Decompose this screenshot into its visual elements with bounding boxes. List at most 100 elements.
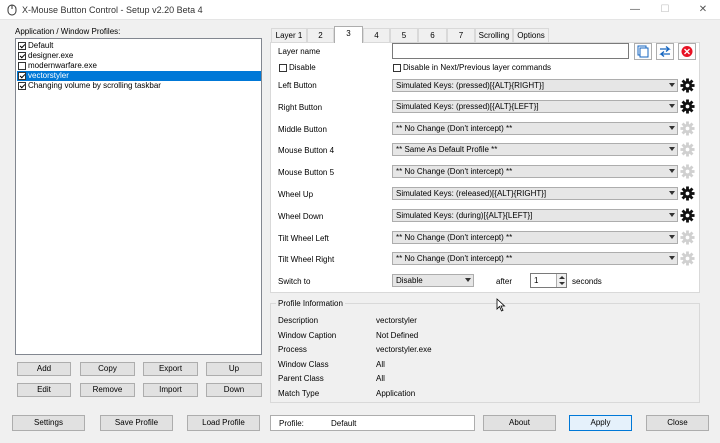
tab-layer-4[interactable]: 4	[363, 28, 390, 42]
maximize-button[interactable]: ☐	[648, 0, 682, 20]
app-mouse-icon	[7, 4, 17, 16]
gear-icon-disabled	[680, 230, 695, 245]
switch-to-select[interactable]: Disable	[392, 274, 474, 287]
wheel-down-label: Wheel Down	[278, 212, 324, 221]
tab-layer-6[interactable]: 6	[418, 28, 447, 42]
load-profile-button[interactable]: Load Profile	[187, 415, 260, 431]
swap-icon[interactable]	[656, 43, 674, 60]
mouse-button-4-value: ** Same As Default Profile **	[396, 145, 498, 154]
gear-icon-disabled	[680, 164, 695, 179]
current-profile-field: Profile: Default	[270, 415, 475, 431]
tab-layer-2[interactable]: 2	[307, 28, 334, 42]
mouse-button-5-select[interactable]: ** No Change (Don't intercept) **	[392, 165, 678, 178]
stepper-arrows-icon[interactable]	[556, 274, 566, 287]
gear-icon[interactable]	[680, 208, 695, 223]
copy-profile-button[interactable]: Copy	[80, 362, 135, 376]
chevron-down-icon	[669, 126, 675, 130]
move-down-button[interactable]: Down	[206, 383, 262, 397]
close-window-button[interactable]: ✕	[686, 0, 720, 20]
info-key-description: Description	[278, 316, 319, 325]
profile-checkbox[interactable]	[18, 62, 26, 70]
profile-item[interactable]: modernwarfare.exe	[17, 61, 261, 71]
middle-button-select[interactable]: ** No Change (Don't intercept) **	[392, 122, 678, 135]
save-profile-button[interactable]: Save Profile	[100, 415, 173, 431]
clear-icon[interactable]	[678, 43, 696, 60]
profile-item[interactable]: Default	[17, 41, 261, 51]
chevron-down-icon	[669, 256, 675, 260]
edit-profile-button[interactable]: Edit	[17, 383, 71, 397]
profile-info-title: Profile Information	[276, 299, 345, 308]
tab-layer-7[interactable]: 7	[447, 28, 475, 42]
chevron-down-icon	[465, 278, 471, 282]
gear-icon-disabled	[680, 121, 695, 136]
chevron-down-icon	[669, 191, 675, 195]
info-key-match-type: Match Type	[278, 389, 320, 398]
left-button-value: Simulated Keys: (pressed)[{ALT}{RIGHT}]	[396, 81, 544, 90]
profile-item-label: Changing volume by scrolling taskbar	[28, 81, 161, 90]
import-profile-button[interactable]: Import	[143, 383, 198, 397]
profile-checkbox[interactable]	[18, 42, 26, 50]
chevron-down-icon	[669, 169, 675, 173]
add-profile-button[interactable]: Add	[17, 362, 71, 376]
profile-checkbox[interactable]	[18, 52, 26, 60]
chevron-down-icon	[669, 83, 675, 87]
settings-button[interactable]: Settings	[12, 415, 85, 431]
disable-checkbox-box[interactable]	[279, 64, 287, 72]
tilt-wheel-left-select[interactable]: ** No Change (Don't intercept) **	[392, 231, 678, 244]
remove-profile-button[interactable]: Remove	[80, 383, 135, 397]
profiles-label: Application / Window Profiles:	[15, 27, 121, 36]
mouse-button-4-label: Mouse Button 4	[278, 146, 335, 155]
gear-icon[interactable]	[680, 99, 695, 114]
tilt-wheel-right-label: Tilt Wheel Right	[278, 255, 335, 264]
tab-layer-1[interactable]: Layer 1	[271, 28, 307, 42]
gear-icon[interactable]	[680, 186, 695, 201]
disable-next-prev-label: Disable in Next/Previous layer commands	[403, 63, 552, 72]
tab-scrolling[interactable]: Scrolling	[475, 28, 513, 42]
wheel-down-value: Simulated Keys: (during)[{ALT}{LEFT}]	[396, 211, 533, 220]
profile-checkbox[interactable]	[18, 72, 26, 80]
export-profile-button[interactable]: Export	[143, 362, 198, 376]
middle-button-value: ** No Change (Don't intercept) **	[396, 124, 513, 133]
profile-list[interactable]: Default designer.exe modernwarfare.exe v…	[15, 38, 262, 355]
seconds-label: seconds	[572, 277, 602, 286]
move-up-button[interactable]: Up	[206, 362, 262, 376]
apply-button[interactable]: Apply	[569, 415, 632, 431]
mouse-button-4-select[interactable]: ** Same As Default Profile **	[392, 143, 678, 156]
disable-next-prev-checkbox[interactable]: Disable in Next/Previous layer commands	[392, 63, 551, 72]
gear-icon-disabled	[680, 142, 695, 157]
profile-item-selected[interactable]: vectorstyler	[17, 71, 261, 81]
tilt-wheel-left-value: ** No Change (Don't intercept) **	[396, 233, 513, 242]
window-title: X-Mouse Button Control - Setup v2.20 Bet…	[22, 5, 203, 15]
info-value-description: vectorstyler	[376, 316, 417, 325]
profile-item[interactable]: Changing volume by scrolling taskbar	[17, 81, 261, 91]
layer-name-input[interactable]	[392, 43, 629, 59]
right-button-value: Simulated Keys: (pressed)[{ALT}{LEFT}]	[396, 102, 539, 111]
minimize-button[interactable]: —	[618, 0, 652, 20]
chevron-down-icon	[669, 104, 675, 108]
wheel-up-select[interactable]: Simulated Keys: (released)[{ALT}{RIGHT}]	[392, 187, 678, 200]
left-button-select[interactable]: Simulated Keys: (pressed)[{ALT}{RIGHT}]	[392, 79, 678, 92]
disable-next-prev-box[interactable]	[393, 64, 401, 72]
tilt-wheel-right-select[interactable]: ** No Change (Don't intercept) **	[392, 252, 678, 265]
profile-item[interactable]: designer.exe	[17, 51, 261, 61]
after-label: after	[496, 277, 513, 286]
info-value-match-type: Application	[376, 389, 416, 398]
gear-icon[interactable]	[680, 78, 695, 93]
disable-layer-checkbox[interactable]: Disable	[278, 63, 316, 72]
tab-options[interactable]: Options	[513, 28, 549, 42]
profile-checkbox[interactable]	[18, 82, 26, 90]
tilt-wheel-left-label: Tilt Wheel Left	[278, 234, 329, 243]
tilt-wheel-right-value: ** No Change (Don't intercept) **	[396, 254, 513, 263]
copy-layer-icon[interactable]	[634, 43, 652, 60]
tab-layer-5[interactable]: 5	[390, 28, 418, 42]
mouse-button-5-label: Mouse Button 5	[278, 168, 335, 177]
about-button[interactable]: About	[483, 415, 556, 431]
middle-button-label: Middle Button	[278, 125, 327, 134]
wheel-down-select[interactable]: Simulated Keys: (during)[{ALT}{LEFT}]	[392, 209, 678, 222]
tab-layer-3[interactable]: 3	[334, 26, 363, 43]
close-button[interactable]: Close	[646, 415, 709, 431]
seconds-stepper[interactable]: 1	[530, 273, 567, 288]
right-button-select[interactable]: Simulated Keys: (pressed)[{ALT}{LEFT}]	[392, 100, 678, 113]
mouse-button-5-value: ** No Change (Don't intercept) **	[396, 167, 513, 176]
profile-item-label: vectorstyler	[28, 71, 69, 80]
